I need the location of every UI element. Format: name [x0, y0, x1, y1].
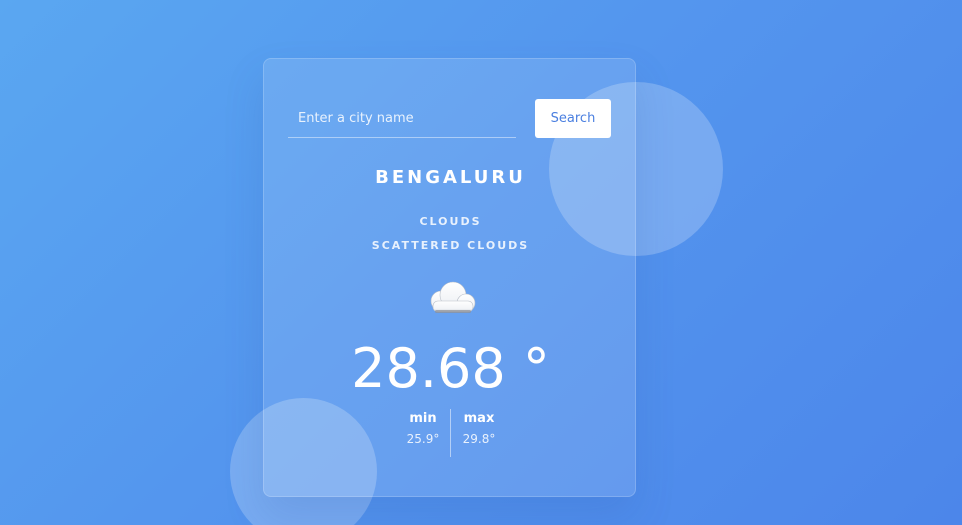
max-temperature: max 29.8°	[452, 409, 506, 449]
max-label: max	[463, 411, 495, 426]
divider	[450, 409, 451, 457]
weather-card: Search BENGALURU CLOUDS SCATTERED CLOUDS…	[263, 58, 636, 497]
search-row: Search	[288, 99, 612, 139]
weather-main: CLOUDS	[419, 215, 482, 228]
weather-description: SCATTERED CLOUDS	[371, 239, 530, 252]
cloud-icon	[430, 281, 476, 313]
min-max-panel: min 25.9° max 29.8°	[396, 409, 506, 457]
city-search-input[interactable]	[288, 99, 516, 138]
min-label: min	[409, 411, 437, 426]
min-value: 25.9°	[406, 432, 440, 446]
search-button[interactable]: Search	[535, 99, 611, 138]
min-temperature: min 25.9°	[396, 409, 450, 449]
city-name: BENGALURU	[375, 167, 526, 188]
max-value: 29.8°	[462, 432, 496, 446]
temperature: 28.68 °	[351, 337, 550, 400]
